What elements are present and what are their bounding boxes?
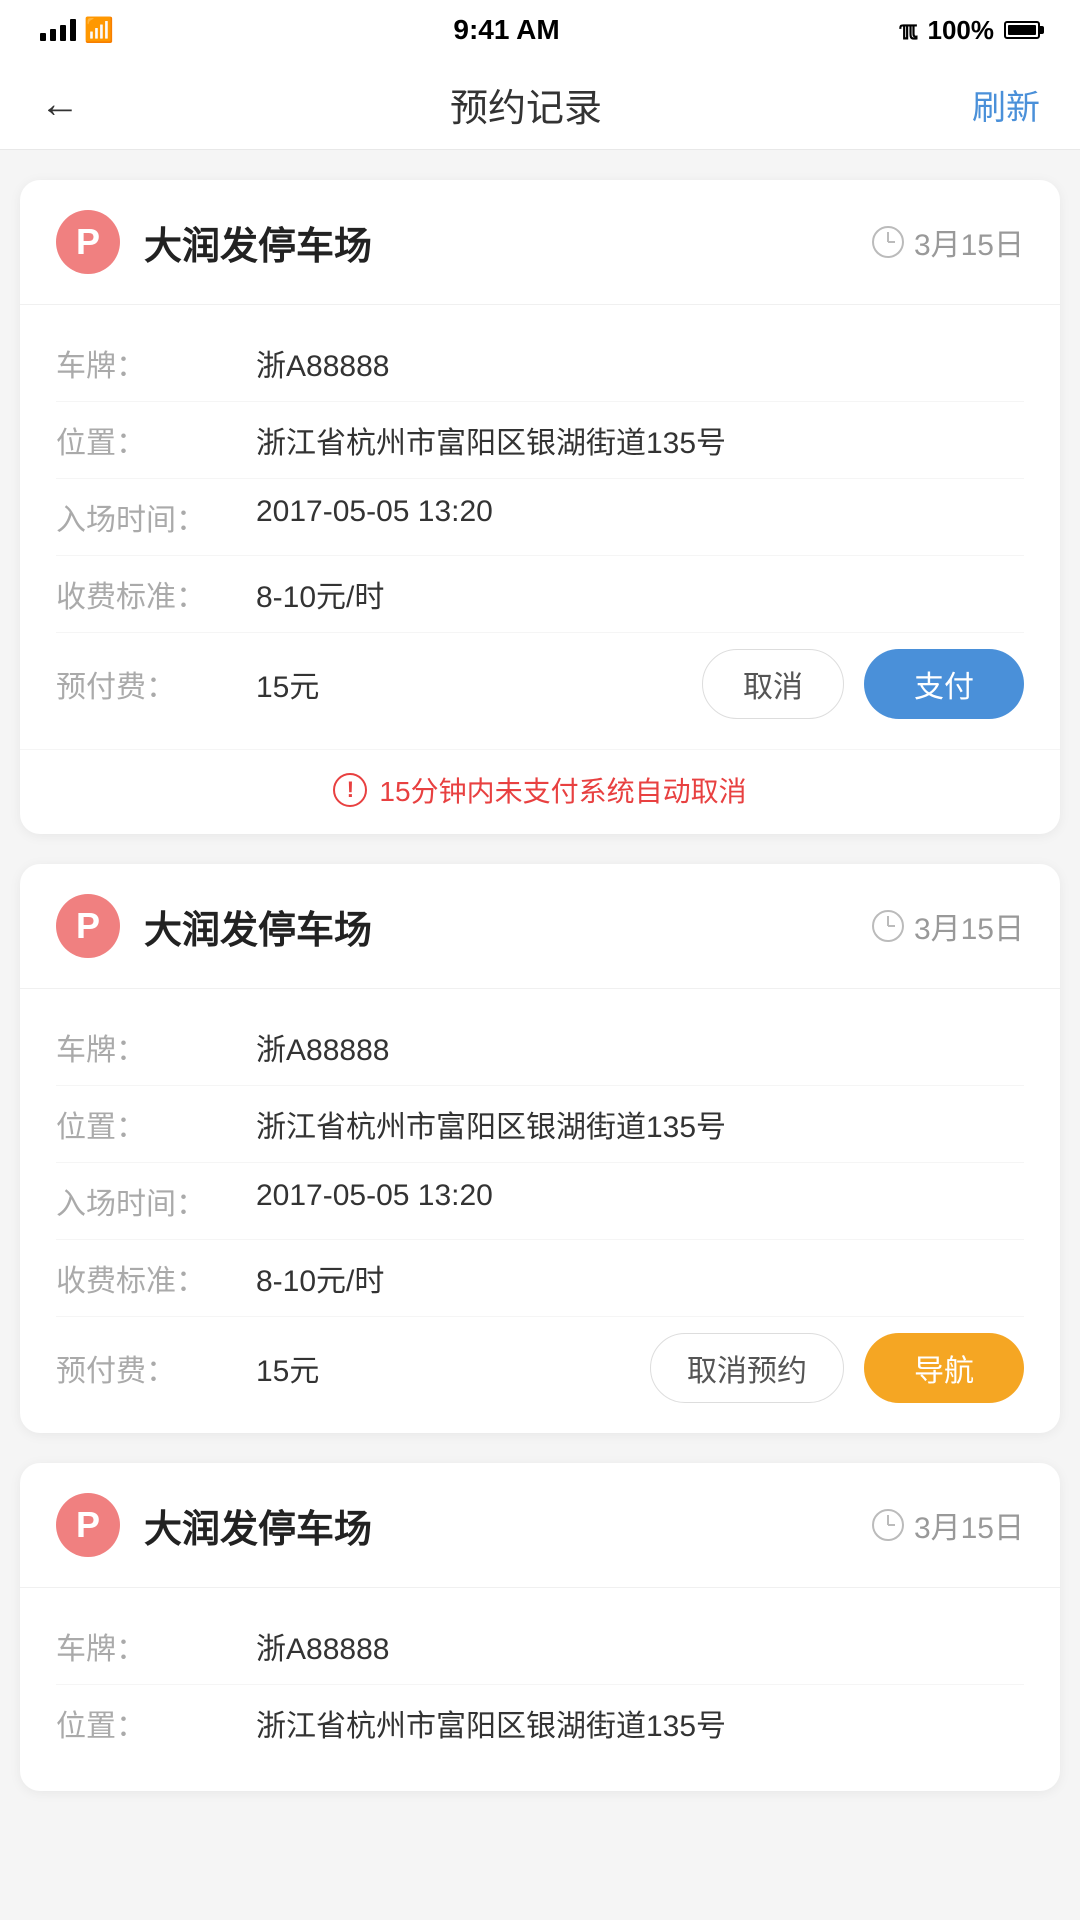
pay-button-1[interactable]: 支付 bbox=[864, 649, 1024, 719]
value-plate-2: 浙A88888 bbox=[256, 1025, 1024, 1069]
info-row-location-2: 位置： 浙江省杭州市富阳区银湖街道135号 bbox=[56, 1086, 1024, 1163]
wifi-icon: 📶 bbox=[84, 16, 114, 45]
nav-button-2[interactable]: 导航 bbox=[864, 1333, 1024, 1403]
info-row-time-2: 入场时间： 2017-05-05 13:20 bbox=[56, 1163, 1024, 1240]
value-plate-1: 浙A88888 bbox=[256, 341, 1024, 385]
card-header-2: P 大润发停车场 3月15日 bbox=[20, 864, 1060, 989]
status-left: 📶 bbox=[40, 16, 114, 45]
label-time-2: 入场时间： bbox=[56, 1179, 256, 1223]
action-buttons-1: 取消 支付 bbox=[702, 649, 1024, 719]
battery-icon bbox=[1004, 21, 1040, 39]
value-location-3: 浙江省杭州市富阳区银湖街道135号 bbox=[256, 1701, 1024, 1745]
action-buttons-2: 取消预约 导航 bbox=[650, 1333, 1024, 1403]
cancel-reserve-button-2[interactable]: 取消预约 bbox=[650, 1333, 844, 1403]
info-row-location-1: 位置： 浙江省杭州市富阳区银湖街道135号 bbox=[56, 402, 1024, 479]
info-row-rate-1: 收费标准： 8-10元/时 bbox=[56, 556, 1024, 633]
info-row-rate-2: 收费标准： 8-10元/时 bbox=[56, 1240, 1024, 1317]
bluetooth-icon: ℼ bbox=[899, 15, 917, 46]
value-plate-3: 浙A88888 bbox=[256, 1624, 1024, 1668]
card-body-1: 车牌： 浙A88888 位置： 浙江省杭州市富阳区银湖街道135号 入场时间： … bbox=[20, 305, 1060, 749]
card-date-1: 3月15日 bbox=[914, 220, 1024, 264]
content-area: P 大润发停车场 3月15日 车牌： 浙A88888 位置： 浙江省杭州市富阳区… bbox=[0, 150, 1080, 1821]
label-location-2: 位置： bbox=[56, 1102, 256, 1146]
warning-icon-1: ! bbox=[333, 773, 367, 807]
value-prepay-1: 15元 bbox=[256, 662, 702, 706]
card-body-3: 车牌： 浙A88888 位置： 浙江省杭州市富阳区银湖街道135号 bbox=[20, 1588, 1060, 1791]
info-row-time-1: 入场时间： 2017-05-05 13:20 bbox=[56, 479, 1024, 556]
clock-icon-1 bbox=[872, 226, 904, 258]
card-header-3: P 大润发停车场 3月15日 bbox=[20, 1463, 1060, 1588]
label-plate-2: 车牌： bbox=[56, 1025, 256, 1069]
value-location-2: 浙江省杭州市富阳区银湖街道135号 bbox=[256, 1102, 1024, 1146]
card-body-2: 车牌： 浙A88888 位置： 浙江省杭州市富阳区银湖街道135号 入场时间： … bbox=[20, 989, 1060, 1433]
label-rate-2: 收费标准： bbox=[56, 1256, 256, 1300]
parking-icon-2: P bbox=[56, 894, 120, 958]
value-rate-1: 8-10元/时 bbox=[256, 572, 1024, 616]
value-location-1: 浙江省杭州市富阳区银湖街道135号 bbox=[256, 418, 1024, 462]
parking-name-1: 大润发停车场 bbox=[144, 215, 872, 270]
clock-icon-2 bbox=[872, 910, 904, 942]
value-time-1: 2017-05-05 13:20 bbox=[256, 495, 1024, 529]
cancel-button-1[interactable]: 取消 bbox=[702, 649, 844, 719]
clock-icon-3 bbox=[872, 1509, 904, 1541]
label-prepay-2: 预付费： bbox=[56, 1346, 256, 1390]
nav-bar: ← 预约记录 刷新 bbox=[0, 60, 1080, 150]
card-header-1: P 大润发停车场 3月15日 bbox=[20, 180, 1060, 305]
parking-icon-3: P bbox=[56, 1493, 120, 1557]
status-right: ℼ 100% bbox=[899, 15, 1040, 46]
value-time-2: 2017-05-05 13:20 bbox=[256, 1179, 1024, 1213]
booking-card-1: P 大润发停车场 3月15日 车牌： 浙A88888 位置： 浙江省杭州市富阳区… bbox=[20, 180, 1060, 834]
parking-icon-1: P bbox=[56, 210, 120, 274]
label-plate-1: 车牌： bbox=[56, 341, 256, 385]
parking-name-3: 大润发停车场 bbox=[144, 1498, 872, 1553]
card-date-wrap-2: 3月15日 bbox=[872, 904, 1024, 948]
battery-percent: 100% bbox=[927, 15, 994, 46]
booking-card-3: P 大润发停车场 3月15日 车牌： 浙A88888 位置： 浙江省杭州市富阳区… bbox=[20, 1463, 1060, 1791]
card-date-wrap-1: 3月15日 bbox=[872, 220, 1024, 264]
label-prepay-1: 预付费： bbox=[56, 662, 256, 706]
warning-text-1: 15分钟内未支付系统自动取消 bbox=[379, 770, 746, 810]
warning-row-1: ! 15分钟内未支付系统自动取消 bbox=[20, 749, 1060, 834]
label-location-1: 位置： bbox=[56, 418, 256, 462]
value-rate-2: 8-10元/时 bbox=[256, 1256, 1024, 1300]
label-plate-3: 车牌： bbox=[56, 1624, 256, 1668]
value-prepay-2: 15元 bbox=[256, 1346, 650, 1390]
booking-card-2: P 大润发停车场 3月15日 车牌： 浙A88888 位置： 浙江省杭州市富阳区… bbox=[20, 864, 1060, 1433]
label-time-1: 入场时间： bbox=[56, 495, 256, 539]
label-location-3: 位置： bbox=[56, 1701, 256, 1745]
status-bar: 📶 9:41 AM ℼ 100% bbox=[0, 0, 1080, 60]
status-time: 9:41 AM bbox=[453, 14, 559, 46]
action-row-2: 预付费： 15元 取消预约 导航 bbox=[56, 1317, 1024, 1403]
info-row-plate-2: 车牌： 浙A88888 bbox=[56, 1009, 1024, 1086]
label-rate-1: 收费标准： bbox=[56, 572, 256, 616]
refresh-button[interactable]: 刷新 bbox=[972, 80, 1040, 129]
signal-icon bbox=[40, 19, 76, 41]
page-title: 预约记录 bbox=[450, 77, 602, 132]
info-row-plate-1: 车牌： 浙A88888 bbox=[56, 325, 1024, 402]
info-row-location-3: 位置： 浙江省杭州市富阳区银湖街道135号 bbox=[56, 1685, 1024, 1761]
card-date-wrap-3: 3月15日 bbox=[872, 1503, 1024, 1547]
card-date-2: 3月15日 bbox=[914, 904, 1024, 948]
back-button[interactable]: ← bbox=[40, 82, 80, 127]
info-row-plate-3: 车牌： 浙A88888 bbox=[56, 1608, 1024, 1685]
card-date-3: 3月15日 bbox=[914, 1503, 1024, 1547]
action-row-1: 预付费： 15元 取消 支付 bbox=[56, 633, 1024, 719]
parking-name-2: 大润发停车场 bbox=[144, 899, 872, 954]
